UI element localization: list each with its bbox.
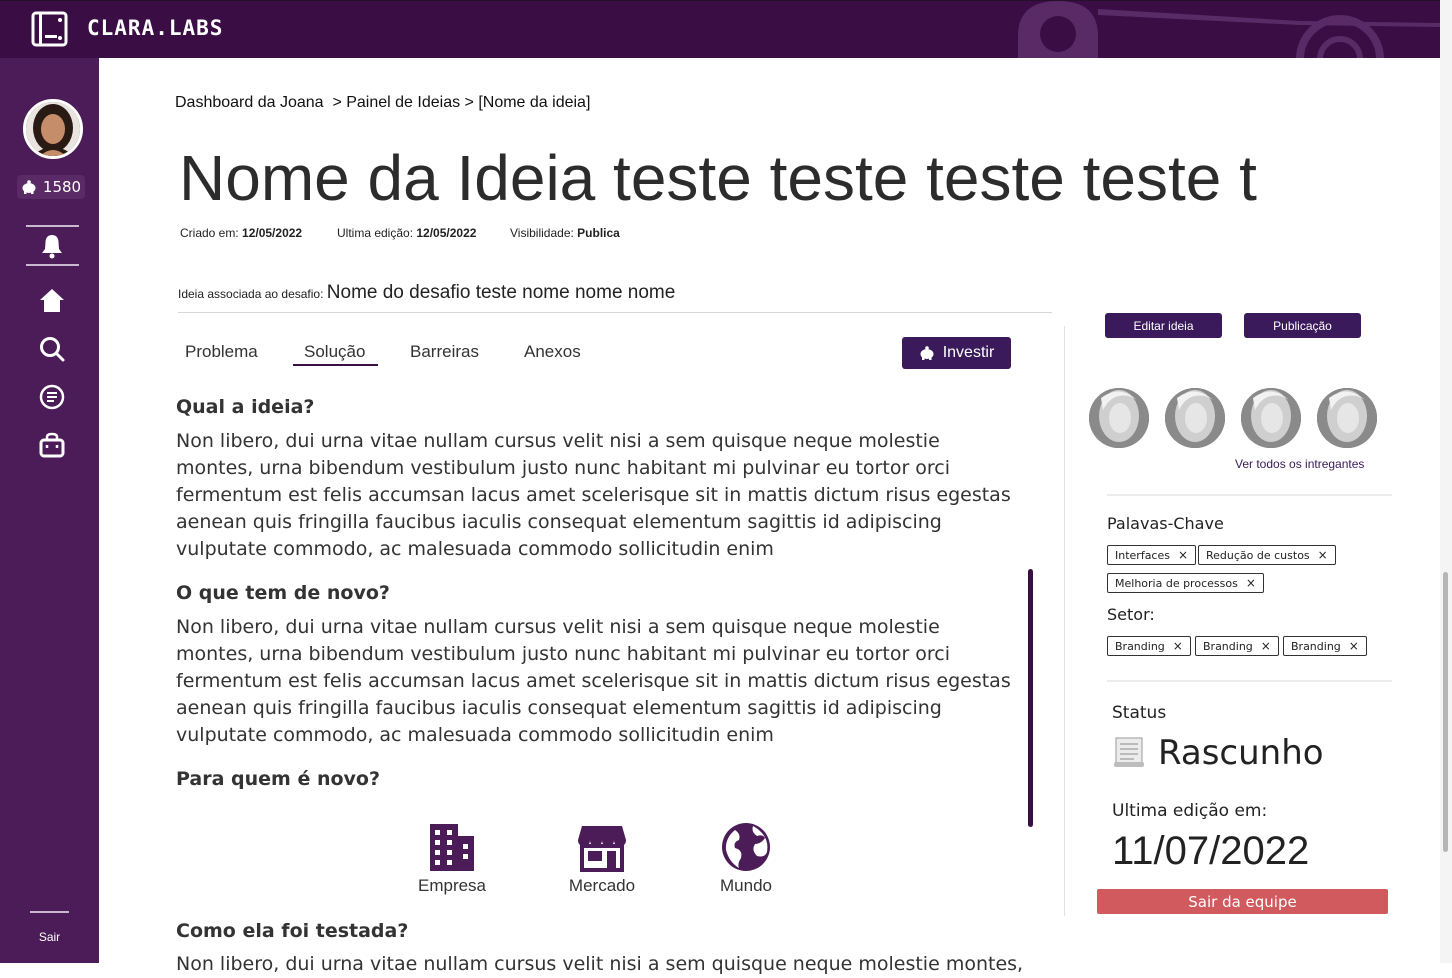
keyword-chip[interactable]: Redução de custos × <box>1198 545 1336 565</box>
decoration-graphic <box>1018 1 1440 58</box>
section-heading: Qual a ideia? <box>176 396 315 418</box>
section-text: Non libero, dui urna vitae nullam cursus… <box>176 953 1024 975</box>
see-all-members-link[interactable]: Ver todos os intregantes <box>1235 457 1364 471</box>
team-member-avatar[interactable] <box>1089 388 1149 448</box>
team-member-avatar[interactable] <box>1241 388 1301 448</box>
audience-label: Empresa <box>417 876 487 895</box>
coin-balance: 1580 <box>17 175 85 199</box>
created-date: Criado em: 12/05/2022 <box>180 226 303 240</box>
logo-icon <box>31 11 68 47</box>
edit-idea-button[interactable]: Editar ideia <box>1105 313 1222 338</box>
top-bar: CLARA.LABS <box>0 0 1440 58</box>
audience-empresa[interactable]: Empresa <box>402 822 502 896</box>
leave-team-button[interactable]: Sair da equipe <box>1097 889 1388 914</box>
close-icon[interactable]: × <box>1173 639 1183 653</box>
building-icon <box>430 824 474 871</box>
tab-anexos[interactable]: Anexos <box>524 342 581 362</box>
page-title: Nome da Ideia teste teste teste teste t <box>179 142 1257 214</box>
bag-icon[interactable] <box>38 431 66 459</box>
chip-label: Branding <box>1203 639 1253 653</box>
status-value: Rascunho <box>1158 733 1324 773</box>
globe-icon <box>722 823 770 871</box>
section-text: Non libero, dui urna vitae nullam cursus… <box>176 616 1011 746</box>
sector-chip[interactable]: Branding × <box>1283 636 1367 656</box>
challenge-name[interactable]: Nome do desafio teste nome nome nome <box>327 282 676 303</box>
tab-problema[interactable]: Problema <box>185 342 258 362</box>
keyword-chip[interactable]: Interfaces × <box>1107 545 1197 565</box>
challenge-label: Ideia associada ao desafio: <box>178 287 327 301</box>
section-text: Non libero, dui urna vitae nullam cursus… <box>176 430 1011 560</box>
close-icon[interactable]: × <box>1349 639 1359 653</box>
home-icon[interactable] <box>38 287 66 315</box>
last-edited-date: Ultima edição: 12/05/2022 <box>337 226 477 240</box>
sector-chip[interactable]: Branding × <box>1107 636 1191 656</box>
chip-label: Branding <box>1115 639 1165 653</box>
column-divider <box>1064 326 1065 916</box>
page-scrollbar[interactable] <box>1440 0 1452 963</box>
content-scrollbar[interactable] <box>1028 569 1033 827</box>
active-tab-indicator <box>293 364 378 366</box>
chip-label: Melhoria de processos <box>1115 576 1238 590</box>
close-icon[interactable]: × <box>1261 639 1271 653</box>
tab-barreiras[interactable]: Barreiras <box>410 342 479 362</box>
tab-solucao[interactable]: Solução <box>304 342 365 362</box>
chip-label: Redução de custos <box>1206 548 1310 562</box>
logout-link[interactable]: Sair <box>0 930 99 944</box>
bell-icon[interactable] <box>38 232 66 260</box>
list-icon[interactable] <box>38 383 66 411</box>
divider <box>178 312 1052 313</box>
status-label: Status <box>1112 703 1167 723</box>
keywords-heading: Palavas-Chave <box>1107 514 1224 533</box>
close-icon[interactable]: × <box>1318 548 1328 562</box>
audience-mundo[interactable]: Mundo <box>696 822 796 896</box>
search-icon[interactable] <box>38 335 66 363</box>
section-heading: O que tem de novo? <box>176 582 390 604</box>
breadcrumb[interactable]: Dashboard da Joana > Painel de Ideias > … <box>175 94 590 112</box>
sidebar-divider <box>26 225 79 227</box>
divider <box>1107 494 1392 496</box>
divider <box>1107 680 1392 682</box>
section-heading: Como ela foi testada? <box>176 920 409 942</box>
section-heading: Para quem é novo? <box>176 768 381 790</box>
page-scrollbar-thumb[interactable] <box>1443 572 1448 852</box>
audience-label: Mundo <box>720 876 772 895</box>
last-edit-label: Ultima edição em: <box>1112 801 1268 821</box>
associated-challenge: Ideia associada ao desafio: Nome do desa… <box>178 282 675 304</box>
piggy-bank-icon <box>920 346 934 360</box>
audience-mercado[interactable]: Mercado <box>552 822 652 896</box>
store-icon <box>578 826 626 872</box>
sector-heading: Setor: <box>1107 605 1155 624</box>
piggy-bank-icon <box>22 180 36 194</box>
chip-label: Branding <box>1291 639 1341 653</box>
invest-button-label: Investir <box>942 344 995 361</box>
user-avatar[interactable] <box>23 99 83 159</box>
close-icon[interactable]: × <box>1246 576 1256 590</box>
keyword-chip[interactable]: Melhoria de processos × <box>1107 573 1264 593</box>
scroll-icon <box>1114 737 1144 767</box>
invest-button[interactable]: Investir <box>902 337 1011 369</box>
sidebar-divider <box>26 264 79 266</box>
last-edit-value: 11/07/2022 <box>1112 829 1310 873</box>
brand-name: CLARA.LABS <box>87 16 224 40</box>
audience-label: Mercado <box>568 876 636 895</box>
team-member-avatar[interactable] <box>1317 388 1377 448</box>
team-member-avatar[interactable] <box>1165 388 1225 448</box>
sector-chip[interactable]: Branding × <box>1195 636 1279 656</box>
chip-label: Interfaces <box>1115 548 1170 562</box>
visibility: Visibilidade: Publica <box>510 226 620 240</box>
close-icon[interactable]: × <box>1178 548 1188 562</box>
sidebar: 1580 Sair <box>0 58 99 963</box>
coin-count: 1580 <box>42 178 82 196</box>
publish-button[interactable]: Publicação <box>1244 313 1361 338</box>
sidebar-divider <box>30 911 69 913</box>
